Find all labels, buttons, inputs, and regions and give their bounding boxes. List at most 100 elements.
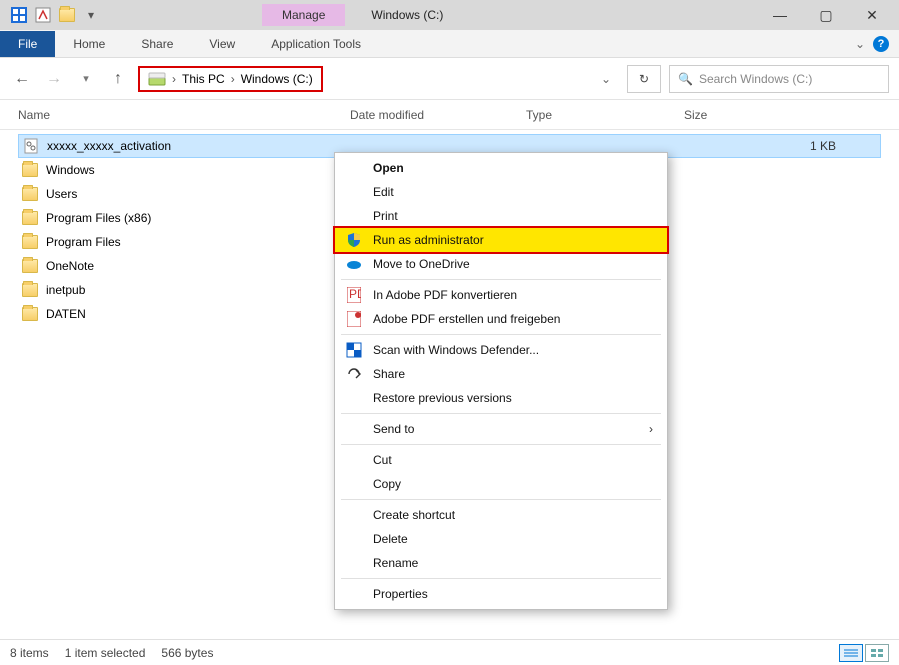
properties-icon[interactable] [32, 4, 54, 26]
menu-rename[interactable]: Rename [335, 551, 667, 575]
menu-share[interactable]: Share [335, 362, 667, 386]
search-placeholder: Search Windows (C:) [699, 72, 812, 86]
tab-view[interactable]: View [191, 31, 253, 57]
menu-edit[interactable]: Edit [335, 180, 667, 204]
forward-button[interactable]: → [42, 67, 66, 91]
column-headers[interactable]: Name Date modified Type Size [0, 100, 899, 130]
file-size: 1 KB [810, 139, 876, 153]
status-selection: 1 item selected [65, 646, 146, 660]
pdf-share-icon [345, 310, 363, 328]
file-name: xxxxx_xxxxx_activation [47, 139, 171, 153]
menu-delete[interactable]: Delete [335, 527, 667, 551]
up-button[interactable]: ↑ [106, 67, 130, 91]
folder-icon [22, 162, 38, 178]
menu-separator [341, 444, 661, 445]
menu-separator [341, 279, 661, 280]
drive-icon [148, 70, 166, 88]
menu-label: Adobe PDF erstellen und freigeben [373, 312, 560, 326]
column-type[interactable]: Type [526, 108, 684, 122]
breadcrumb-item[interactable]: This PC [182, 72, 225, 86]
status-count: 8 items [10, 646, 49, 660]
folder-icon [22, 306, 38, 322]
file-name: OneNote [46, 259, 94, 273]
file-tab[interactable]: File [0, 31, 55, 57]
menu-separator [341, 334, 661, 335]
svg-text:PDF: PDF [349, 287, 361, 301]
onedrive-icon [345, 255, 363, 273]
collapse-ribbon-icon[interactable]: ⌄ [855, 37, 865, 51]
context-menu: Open Edit Print Run as administrator Mov… [334, 152, 668, 610]
recent-dropdown-icon[interactable]: ▾ [74, 67, 98, 91]
tab-home[interactable]: Home [55, 31, 123, 57]
menu-defender[interactable]: Scan with Windows Defender... [335, 338, 667, 362]
refresh-button[interactable]: ↻ [627, 65, 661, 93]
column-size[interactable]: Size [684, 108, 764, 122]
menu-separator [341, 499, 661, 500]
explorer-icon[interactable] [8, 4, 30, 26]
file-name: Windows [46, 163, 95, 177]
menu-label: In Adobe PDF konvertieren [373, 288, 517, 302]
tab-application-tools[interactable]: Application Tools [253, 31, 379, 57]
folder-icon[interactable] [56, 4, 78, 26]
menu-label: Share [373, 367, 405, 381]
menu-copy[interactable]: Copy [335, 472, 667, 496]
menu-open[interactable]: Open [335, 156, 667, 180]
file-name: inetpub [46, 283, 85, 297]
menu-properties[interactable]: Properties [335, 582, 667, 606]
navigation-bar: ← → ▾ ↑ › This PC › Windows (C:) ⌄ ↻ 🔍 S… [0, 58, 899, 100]
address-dropdown-icon[interactable]: ⌄ [593, 72, 619, 86]
menu-send-to[interactable]: Send to › [335, 417, 667, 441]
menu-label: Scan with Windows Defender... [373, 343, 539, 357]
menu-print[interactable]: Print [335, 204, 667, 228]
contextual-tab[interactable]: Manage [262, 4, 345, 26]
large-icons-view-button[interactable] [865, 644, 889, 662]
defender-icon [345, 341, 363, 359]
menu-cut[interactable]: Cut [335, 448, 667, 472]
chevron-right-icon: › [231, 72, 235, 86]
file-name: Program Files [46, 235, 121, 249]
quick-access-toolbar: ▾ [8, 4, 102, 26]
minimize-button[interactable]: — [757, 0, 803, 30]
menu-separator [341, 578, 661, 579]
menu-move-onedrive[interactable]: Move to OneDrive [335, 252, 667, 276]
search-input[interactable]: 🔍 Search Windows (C:) [669, 65, 889, 93]
share-icon [345, 365, 363, 383]
folder-icon [22, 186, 38, 202]
menu-adobe-convert[interactable]: PDF In Adobe PDF konvertieren [335, 283, 667, 307]
details-view-button[interactable] [839, 644, 863, 662]
tab-share[interactable]: Share [123, 31, 191, 57]
breadcrumb-item[interactable]: Windows (C:) [241, 72, 313, 86]
folder-icon [22, 234, 38, 250]
menu-label: Run as administrator [373, 233, 484, 247]
column-name[interactable]: Name [18, 108, 350, 122]
file-name: Users [46, 187, 77, 201]
chevron-right-icon: › [649, 422, 653, 436]
close-button[interactable]: ✕ [849, 0, 895, 30]
qat-dropdown-icon[interactable]: ▾ [80, 4, 102, 26]
menu-adobe-share[interactable]: Adobe PDF erstellen und freigeben [335, 307, 667, 331]
shield-icon [345, 231, 363, 249]
folder-icon [22, 282, 38, 298]
chevron-right-icon: › [172, 72, 176, 86]
title-bar: ▾ Manage Windows (C:) — ▢ ✕ [0, 0, 899, 30]
column-date[interactable]: Date modified [350, 108, 526, 122]
folder-icon [22, 210, 38, 226]
back-button[interactable]: ← [10, 67, 34, 91]
batch-file-icon [23, 138, 39, 154]
menu-restore[interactable]: Restore previous versions [335, 386, 667, 410]
help-icon[interactable]: ? [873, 36, 889, 52]
window-controls: — ▢ ✕ [757, 0, 895, 30]
menu-label: Move to OneDrive [373, 257, 470, 271]
pdf-icon: PDF [345, 286, 363, 304]
status-bar: 8 items 1 item selected 566 bytes [0, 639, 899, 665]
search-icon: 🔍 [678, 72, 693, 86]
maximize-button[interactable]: ▢ [803, 0, 849, 30]
file-name: DATEN [46, 307, 86, 321]
menu-run-as-admin[interactable]: Run as administrator [335, 228, 667, 252]
menu-create-shortcut[interactable]: Create shortcut [335, 503, 667, 527]
breadcrumb[interactable]: › This PC › Windows (C:) [138, 66, 323, 92]
menu-label: Send to [373, 422, 414, 436]
window-title: Windows (C:) [371, 8, 443, 22]
folder-icon [22, 258, 38, 274]
status-size: 566 bytes [161, 646, 213, 660]
